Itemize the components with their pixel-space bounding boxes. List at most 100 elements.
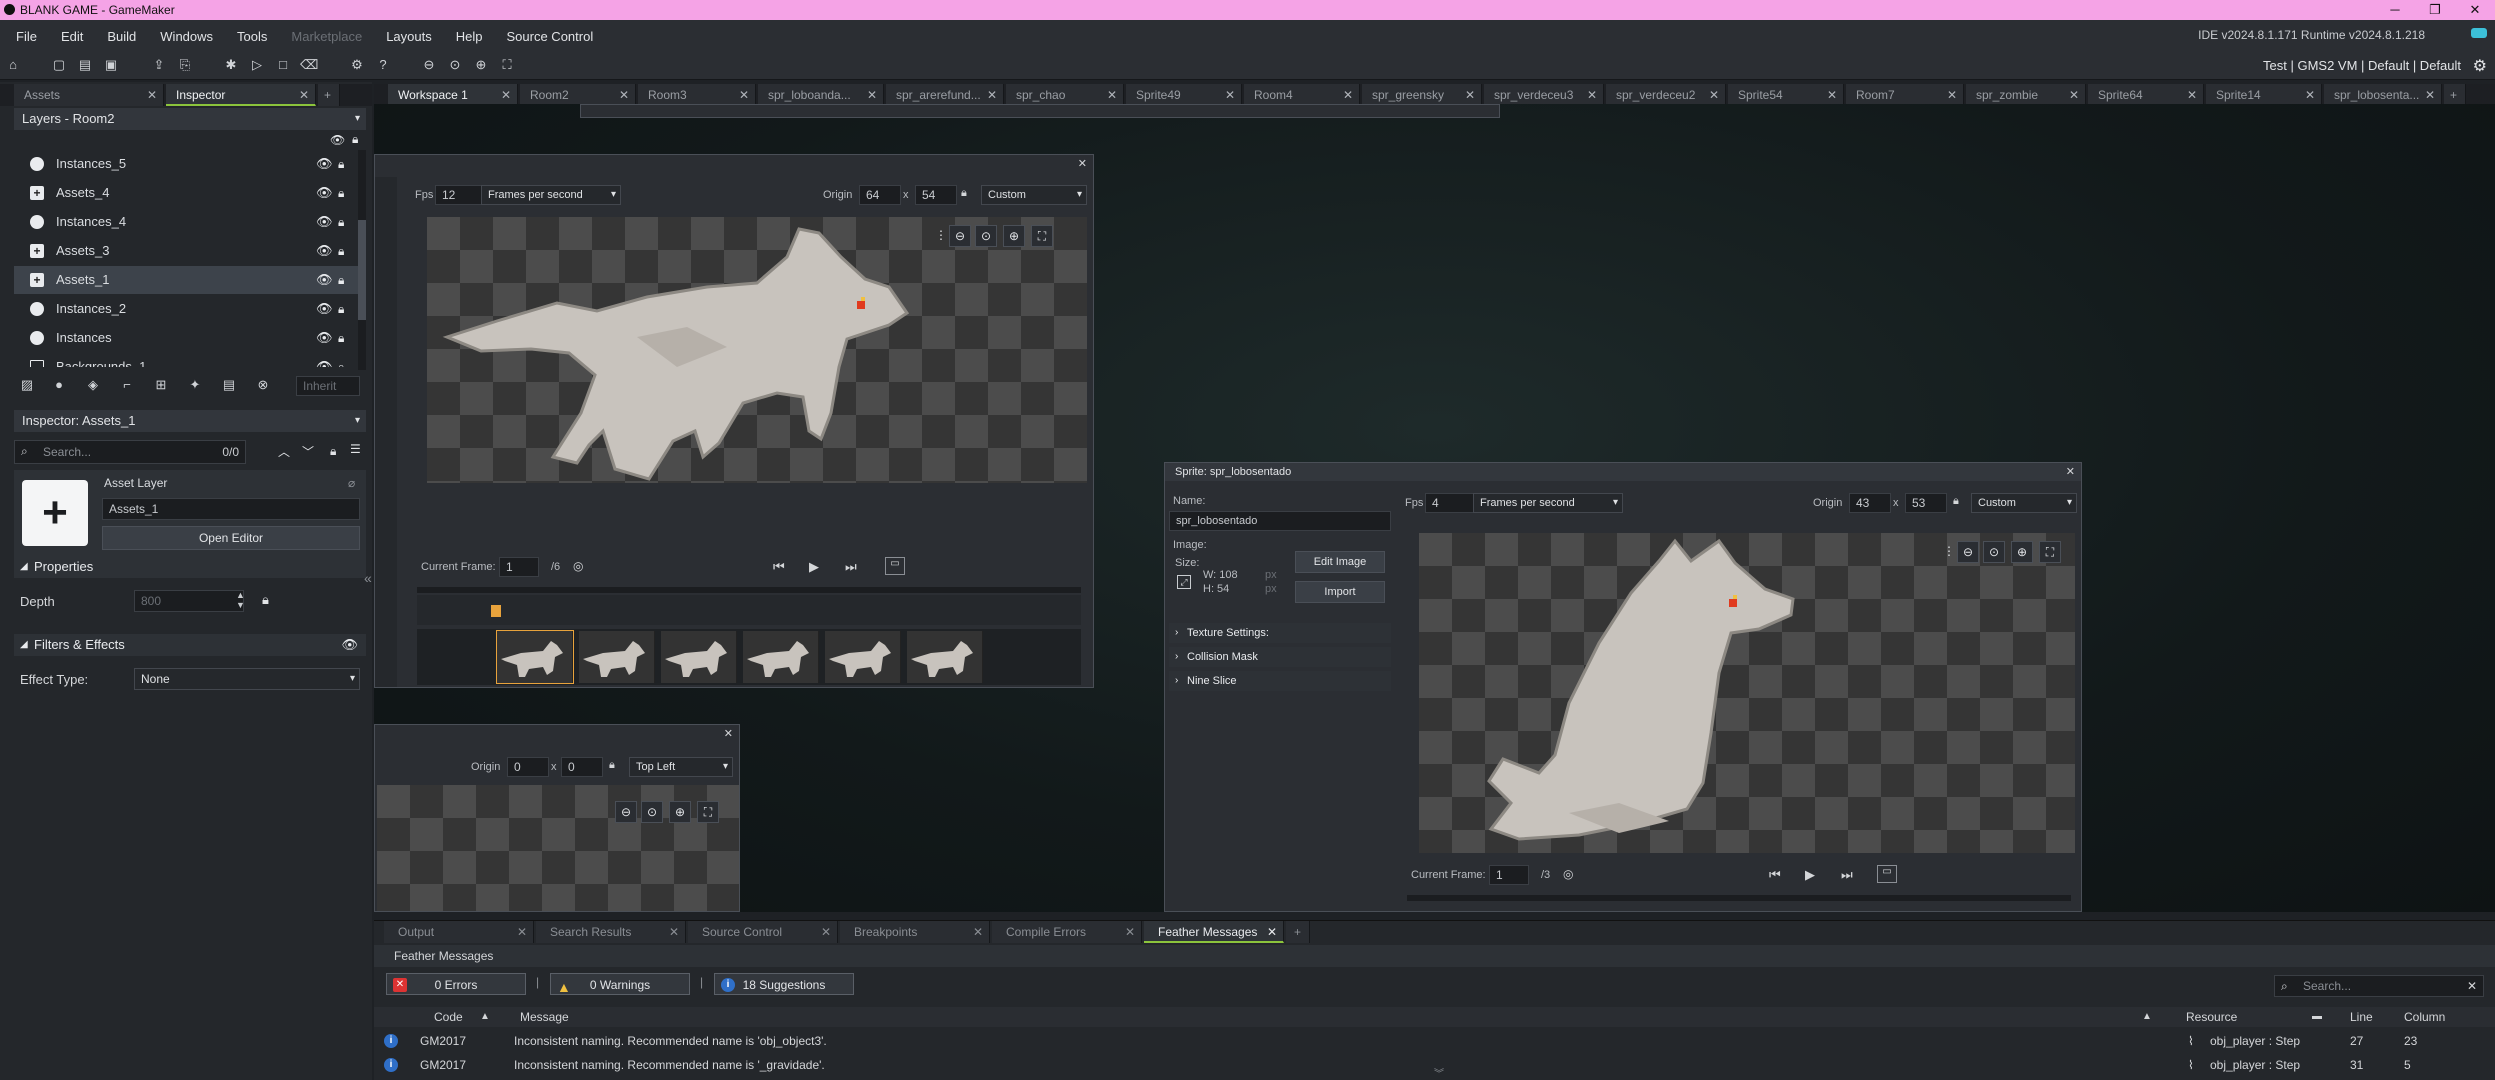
layer-row-backgrounds-1[interactable]: Backgrounds_1 👁 🔒︎ [14,353,366,367]
onion-skin-icon[interactable]: ◎ [573,559,583,573]
onion-skin-icon[interactable]: ◎ [1563,867,1573,881]
lock-icon[interactable]: 🔒︎ [338,237,344,265]
tab-breakpoints[interactable]: Breakpoints ✕ [840,921,990,943]
layer-row-assets-3[interactable]: + Assets_3 👁 🔒︎ [14,237,366,265]
origin-mode-select[interactable]: Top Left [629,757,733,777]
tab-assets[interactable]: Assets ✕ [14,84,164,106]
eye-icon[interactable]: 👁 [316,353,333,367]
chevron-down-icon[interactable]: ▾ [355,108,360,130]
menu-build[interactable]: Build [107,29,136,44]
layer-row-assets-4[interactable]: + Assets_4 👁 🔒︎ [14,179,366,207]
timeline-track[interactable] [417,587,1081,593]
zoom-reset-icon[interactable]: ⊙ [446,56,464,74]
close-icon[interactable]: ✕ [867,84,877,106]
col-line[interactable]: Line [2350,1007,2373,1027]
depth-stepper[interactable]: ▲ ▼ [236,590,245,610]
effect-layer-icon[interactable]: ✦ [186,376,204,394]
origin-mode-select[interactable]: Custom [1971,493,2077,513]
origin-x-input[interactable]: 43 [1849,493,1891,513]
panel-titlebar[interactable] [375,155,1093,173]
close-icon[interactable]: ✕ [1078,157,1087,170]
menu-file[interactable]: File [16,29,37,44]
tab-inspector[interactable]: Inspector ✕ [166,84,316,106]
fit-icon[interactable]: ⛶ [697,801,719,823]
close-icon[interactable]: ✕ [1225,84,1235,106]
menu-windows[interactable]: Windows [160,29,213,44]
zoom-in-icon[interactable]: ⊕ [2011,541,2033,563]
zoom-in-icon[interactable]: ⊕ [1003,225,1025,247]
frame-thumbnail[interactable] [496,630,574,684]
open-project-icon[interactable]: ▤ [76,56,94,74]
debug-icon[interactable]: ✱ [222,56,240,74]
close-icon[interactable]: ✕ [1107,84,1117,106]
tab-workspace-1[interactable]: Workspace 1 ✕ [388,84,518,106]
sort-icon[interactable]: ▲ [480,1007,490,1027]
tab-spr-verdeceu2[interactable]: spr_verdeceu2 ✕ [1606,84,1726,106]
export-icon[interactable]: ⎘ [176,56,194,74]
close-icon[interactable]: ✕ [1465,84,1475,106]
lock-icon[interactable]: 🔒︎ [338,295,344,323]
menu-marketplace[interactable]: Marketplace [291,29,362,44]
close-icon[interactable]: ✕ [821,921,831,943]
zoom-out-icon[interactable]: ⊖ [615,801,637,823]
close-icon[interactable]: ✕ [973,921,983,943]
lock-icon[interactable]: 🔒︎ [338,179,344,207]
menu-icon[interactable]: ☰ [350,442,361,456]
zoom-in-icon[interactable]: ⊕ [669,801,691,823]
close-icon[interactable]: ✕ [739,84,749,106]
edit-image-button[interactable]: Edit Image [1295,551,1385,573]
lock-icon[interactable]: 🔒︎ [330,444,336,459]
lock-icon[interactable]: 🔒︎ [338,266,344,294]
tab-spr-lobosenta-[interactable]: spr_lobosenta... ✕ [2324,84,2442,106]
tag-icon[interactable]: ⌀ [348,476,355,490]
expand-panel-icon[interactable]: ︾ [1434,1065,1444,1080]
errors-filter[interactable]: ✕ 0 Errors [386,973,526,995]
tab-sprite64[interactable]: Sprite64 ✕ [2088,84,2204,106]
lock-icon[interactable]: 🔒︎ [338,353,344,367]
lock-icon[interactable]: 🔒︎ [609,759,615,772]
add-tab-button[interactable]: + [318,84,340,106]
origin-mode-select[interactable]: Custom [981,185,1087,205]
frame-thumbnail[interactable] [661,631,737,683]
tab-sprite49[interactable]: Sprite49 ✕ [1126,84,1242,106]
zoom-out-icon[interactable]: ⊖ [420,56,438,74]
save-icon[interactable]: ▣ [102,56,120,74]
frame-thumbnail[interactable] [907,631,983,683]
tab-spr-chao[interactable]: spr_chao ✕ [1006,84,1124,106]
home-icon[interactable]: ⌂ [4,56,22,74]
menu-edit[interactable]: Edit [61,29,83,44]
origin-y-input[interactable]: 0 [561,757,603,777]
background-layer-icon[interactable]: ▨ [18,376,36,394]
clear-icon[interactable]: ✕ [2467,979,2477,993]
help-icon[interactable]: ? [374,56,392,74]
folder-layer-icon[interactable]: ▤ [220,376,238,394]
lock-icon[interactable]: 🔒︎ [338,208,344,236]
tab-spr-verdeceu3[interactable]: spr_verdeceu3 ✕ [1484,84,1604,106]
close-icon[interactable]: ✕ [147,84,157,106]
properties-section[interactable]: ◢ Properties [14,556,366,578]
col-column[interactable]: Column [2404,1007,2445,1027]
layer-row-instances-4[interactable]: Instances_4 👁 🔒︎ [14,208,366,236]
zoom-out-icon[interactable]: ⊖ [949,225,971,247]
menu-layouts[interactable]: Layouts [386,29,432,44]
fit-icon[interactable]: ⛶ [1031,225,1053,247]
asset-layer-icon[interactable]: ⊞ [152,376,170,394]
eye-icon[interactable]: 👁 [316,266,333,294]
zoom-reset-icon[interactable]: ⊙ [975,225,997,247]
zoom-reset-icon[interactable]: ⊙ [641,801,663,823]
close-icon[interactable]: ✕ [517,921,527,943]
open-editor-button[interactable]: Open Editor [102,526,360,550]
menu-tools[interactable]: Tools [237,29,267,44]
target-selector[interactable]: Test | GMS2 VM | Default | Default [2263,58,2461,73]
resize-icon[interactable]: ⤢ [1177,575,1191,589]
run-icon[interactable]: ▷ [248,56,266,74]
sprite-canvas[interactable] [1419,533,2075,853]
last-frame-icon[interactable]: ⏭ [1841,867,1853,883]
close-icon[interactable]: ✕ [2305,84,2315,106]
tab-output[interactable]: Output ✕ [384,921,534,943]
close-icon[interactable]: ✕ [619,84,629,106]
tab-room3[interactable]: Room3 ✕ [638,84,756,106]
messages-search-input[interactable]: Search... [2303,979,2351,993]
close-icon[interactable]: ✕ [724,727,733,740]
close-icon[interactable]: ✕ [669,921,679,943]
